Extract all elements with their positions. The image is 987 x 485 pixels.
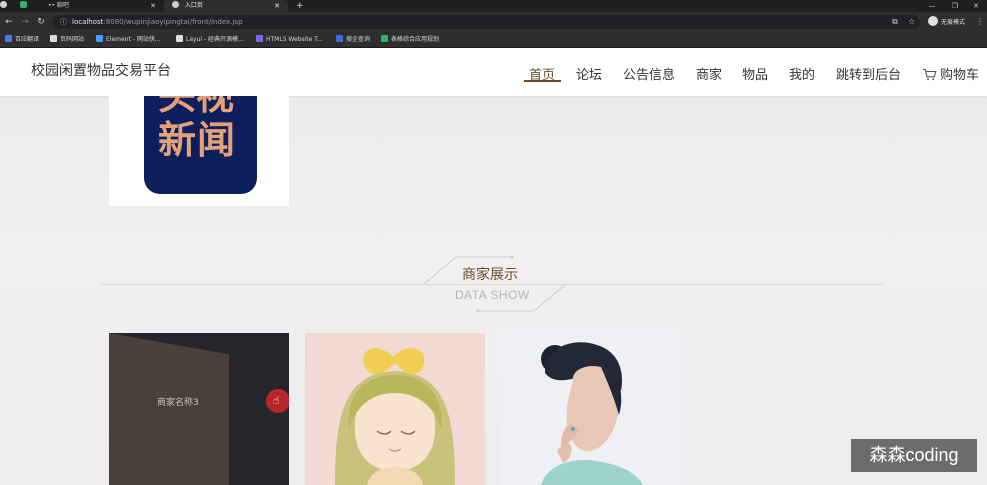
- close-icon[interactable]: ✕: [274, 0, 280, 12]
- watermark: 森森coding: [851, 439, 977, 472]
- site-header: 校园闲置物品交易平台 首页 论坛 公告信息 商家 物品 我的 跳转到后台 购物车: [0, 48, 987, 96]
- bookmark-label: 页码网站: [60, 36, 85, 43]
- translate-icon[interactable]: ⧉: [892, 16, 898, 28]
- bookmark-label: 百应翻译: [15, 36, 40, 43]
- site-title: 校园闲置物品交易平台: [31, 63, 171, 79]
- bookmark-label: 表格综合应用规划: [391, 36, 440, 43]
- nav-active-underline: [524, 80, 561, 82]
- shop-name: 商家名称3: [157, 398, 199, 408]
- bookmark-item[interactable]: Layui - 经典开源模...: [176, 32, 244, 48]
- close-icon[interactable]: ✕: [150, 0, 156, 12]
- star-icon[interactable]: ☆: [908, 16, 915, 28]
- bookmark-icon: [336, 35, 343, 42]
- bookmark-item[interactable]: 百应翻译: [5, 32, 39, 48]
- shop-card[interactable]: [501, 333, 681, 485]
- reload-icon[interactable]: ↻: [34, 16, 48, 28]
- browser-tab[interactable]: [0, 0, 20, 12]
- url-host: localhost: [72, 18, 104, 26]
- bookmark-label: Element - 网站快...: [106, 36, 161, 43]
- minimize-icon[interactable]: —: [921, 0, 943, 12]
- shop-image: [109, 333, 229, 485]
- url-path: :8080/wupinjiaoyipingtai/front/index.jsp: [103, 18, 243, 26]
- bookmarks-bar: 百应翻译 页码网站 Element - 网站快... Layui - 经典开源模…: [0, 32, 987, 48]
- shop-card[interactable]: [305, 333, 485, 485]
- nav-item-cart[interactable]: 购物车: [922, 64, 979, 83]
- browser-tab[interactable]: •• 聊吧 ✕: [40, 0, 164, 12]
- bookmark-icon: [50, 35, 57, 42]
- bookmark-item[interactable]: HTML5 Website T...: [256, 32, 323, 48]
- browser-tab-active[interactable]: 入口页 ✕: [164, 0, 288, 12]
- cursor-highlight: ☝: [266, 389, 289, 413]
- bookmark-label: Layui - 经典开源模...: [186, 36, 244, 43]
- section-subtitle: DATA SHOW: [455, 288, 530, 302]
- new-tab-button[interactable]: +: [296, 0, 304, 12]
- bookmark-item[interactable]: 表格综合应用规划: [381, 32, 439, 48]
- app-icon: [20, 1, 27, 8]
- url-field[interactable]: ⓘ localhost:8080/wupinjiaoyipingtai/front…: [52, 15, 920, 29]
- shop-image: [501, 333, 681, 485]
- incognito-indicator[interactable]: 无痕模式: [928, 16, 965, 28]
- bookmark-icon: [381, 35, 388, 42]
- browser-tabstrip: •• 聊吧 ✕ 入口页 ✕ + — ❐ ✕: [0, 0, 987, 12]
- news-logo-card[interactable]: 头视 新闻: [109, 96, 289, 206]
- menu-icon[interactable]: ⋮: [976, 16, 984, 28]
- forward-icon[interactable]: →: [18, 16, 32, 28]
- news-logo-line1: 头视: [158, 96, 235, 118]
- section-divider: [101, 284, 883, 285]
- bookmark-item[interactable]: 搜企查询: [336, 32, 370, 48]
- news-logo-image: 头视 新闻: [144, 96, 257, 194]
- globe-icon: [172, 1, 179, 8]
- tab-label: 入口页: [184, 2, 203, 9]
- cart-label: 购物车: [940, 68, 980, 83]
- bookmark-icon: [96, 35, 103, 42]
- browser-tab[interactable]: [20, 0, 40, 12]
- bookmark-item[interactable]: Element - 网站快...: [96, 32, 161, 48]
- nav-item-mine[interactable]: 我的: [789, 64, 815, 83]
- nav-item-forum[interactable]: 论坛: [576, 64, 602, 83]
- incognito-icon: [928, 16, 938, 26]
- restore-icon[interactable]: ❐: [944, 0, 966, 12]
- nav-item-notices[interactable]: 公告信息: [623, 64, 675, 83]
- cart-icon: [923, 68, 937, 81]
- hand-cursor-icon: ☝: [273, 394, 280, 407]
- section-title: 商家展示: [462, 267, 518, 283]
- bookmark-icon: [5, 35, 12, 42]
- bookmark-icon: [176, 35, 183, 42]
- bookmark-label: HTML5 Website T...: [266, 36, 323, 43]
- incognito-label: 无痕模式: [941, 19, 966, 26]
- nav-item-admin[interactable]: 跳转到后台: [836, 64, 901, 83]
- bookmark-item[interactable]: 页码网站: [50, 32, 84, 48]
- back-icon[interactable]: ←: [2, 16, 16, 28]
- bookmark-icon: [256, 35, 263, 42]
- nav-item-merchants[interactable]: 商家: [696, 64, 722, 83]
- close-window-icon[interactable]: ✕: [965, 0, 987, 12]
- bookmark-label: 搜企查询: [346, 36, 371, 43]
- chrome-icon: [0, 1, 7, 8]
- tab-label: •• 聊吧: [48, 2, 69, 9]
- info-icon: ⓘ: [60, 18, 67, 26]
- address-bar: ← → ↻ ⓘ localhost:8080/wupinjiaoyipingtai…: [0, 12, 987, 32]
- shop-image: [305, 333, 485, 485]
- nav-item-items[interactable]: 物品: [742, 64, 768, 83]
- news-logo-line2: 新闻: [158, 118, 237, 162]
- shop-card[interactable]: 商家名称3 ☝: [109, 333, 289, 485]
